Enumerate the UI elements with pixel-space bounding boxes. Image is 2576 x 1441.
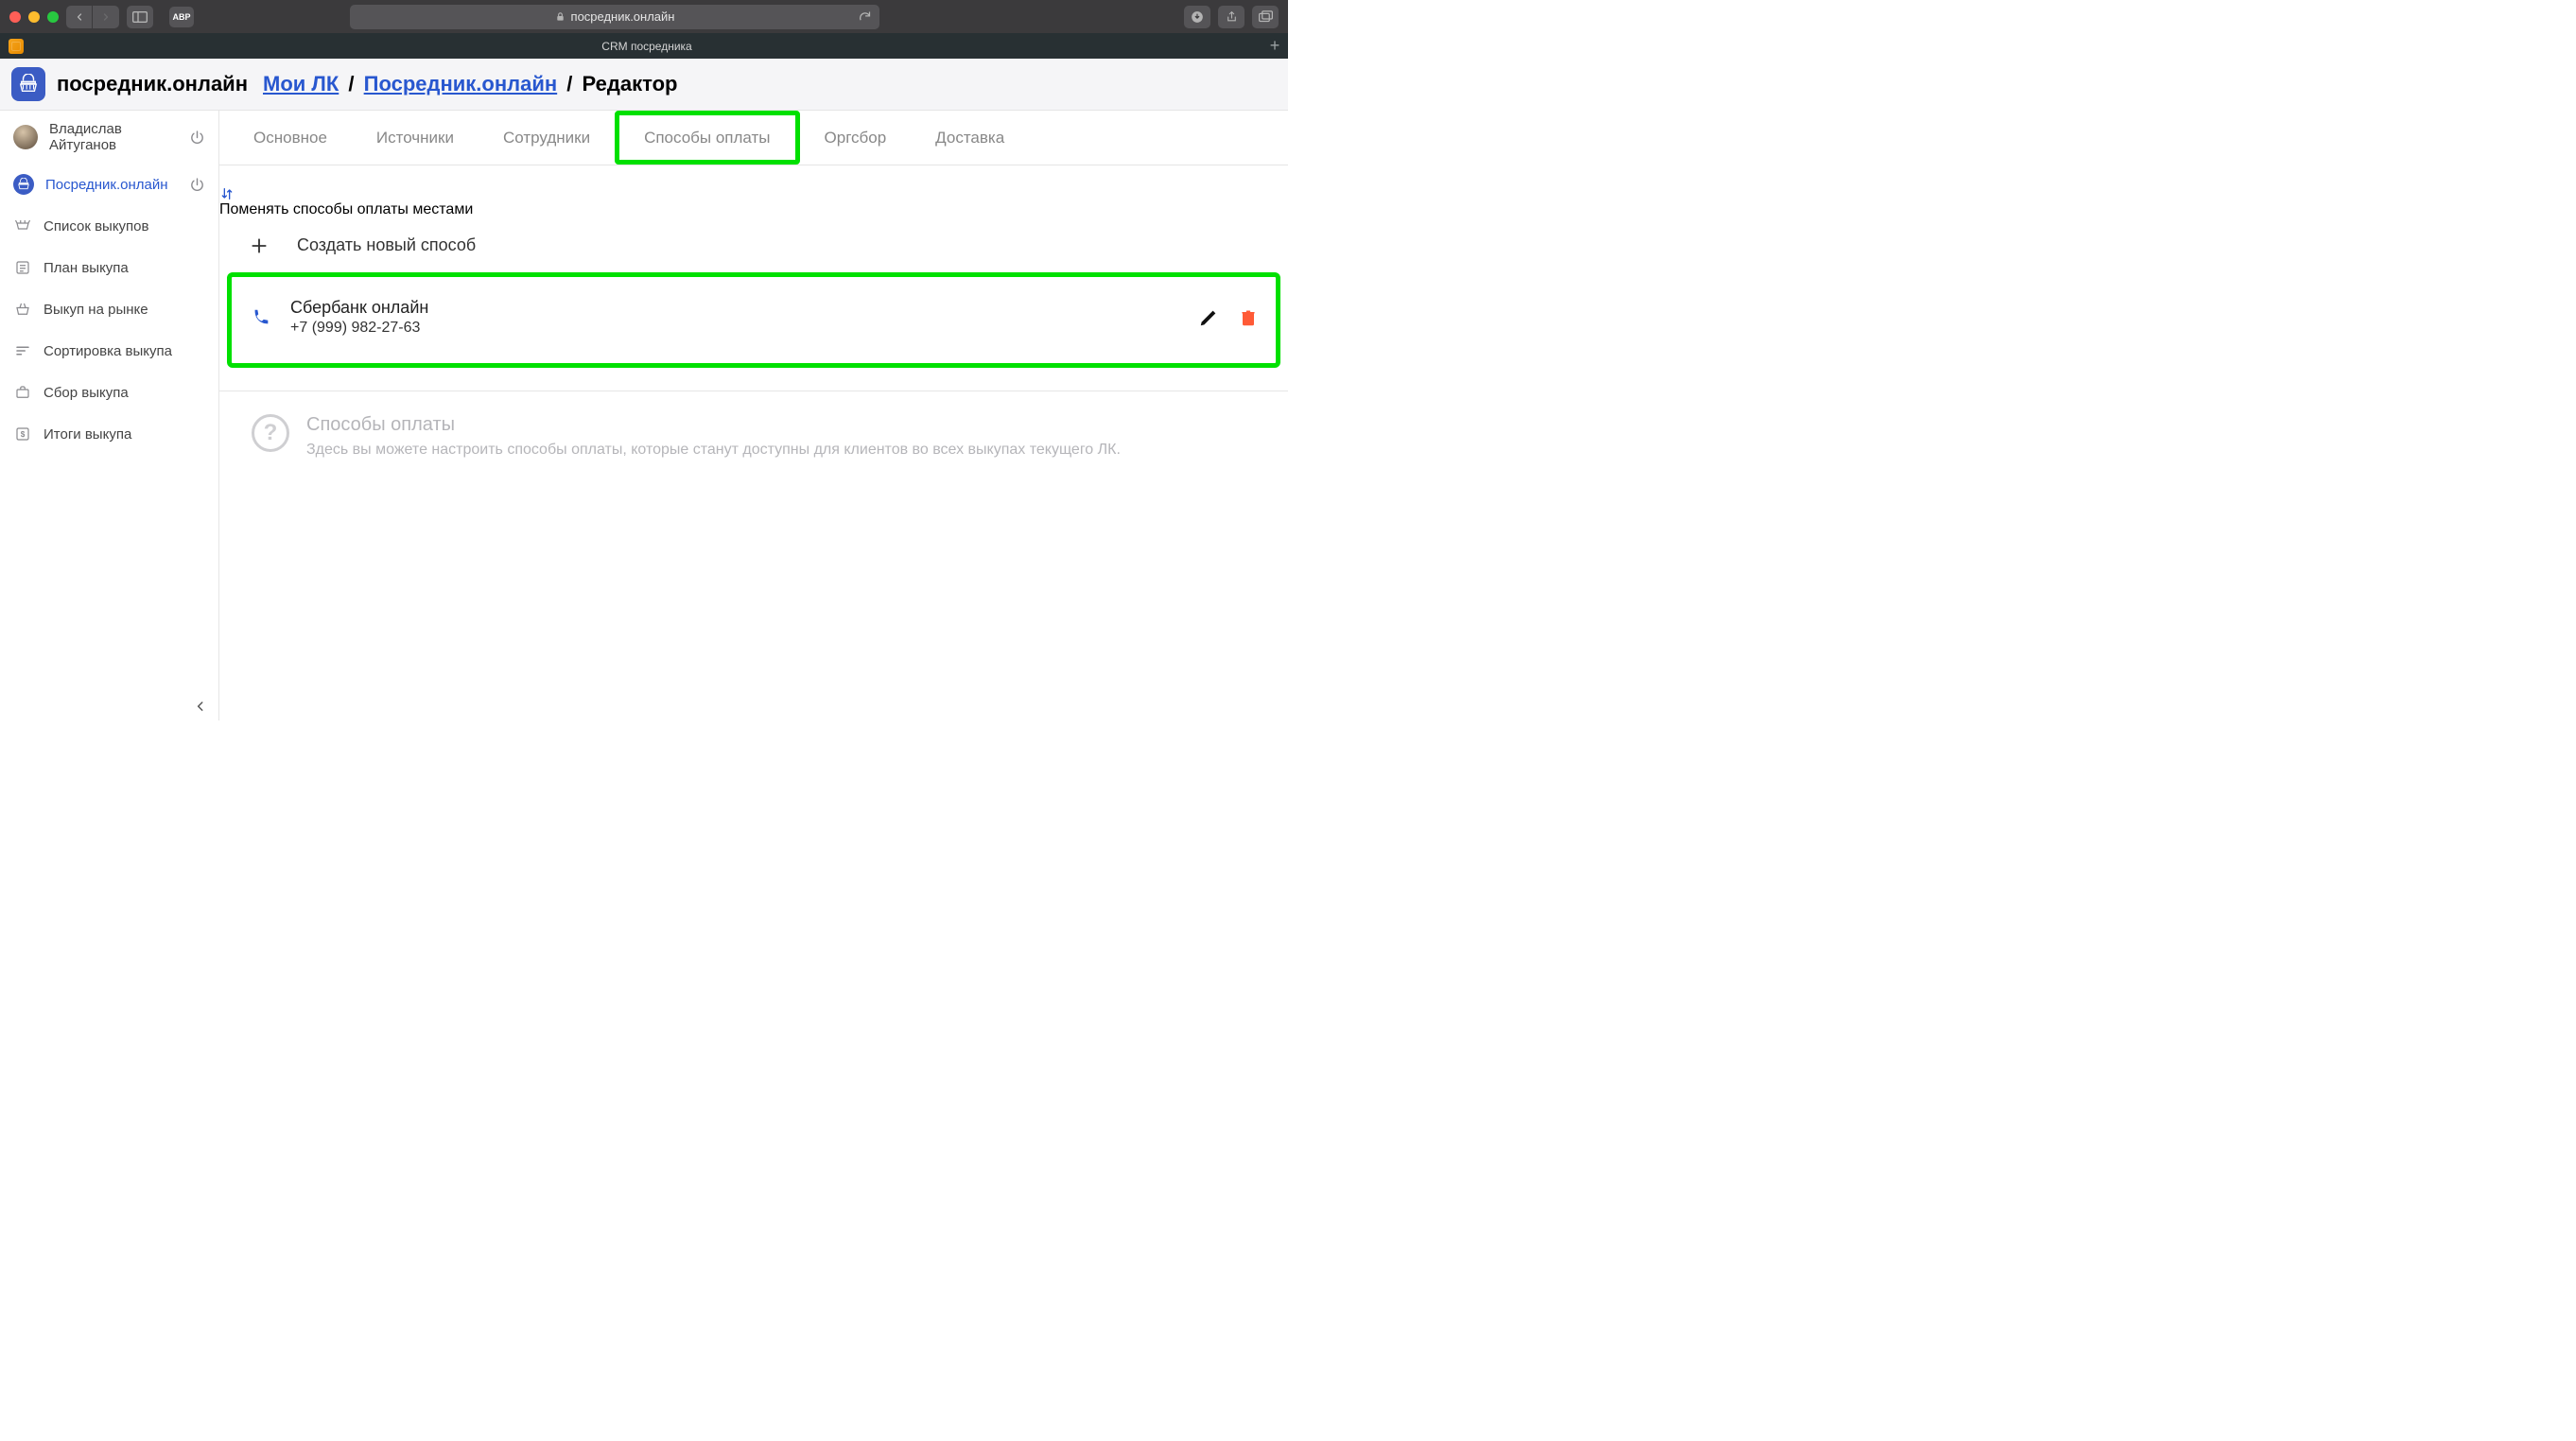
breadcrumb-mid-link[interactable]: Посредник.онлайн <box>364 72 558 95</box>
payment-subtitle: +7 (999) 982-27-63 <box>290 320 428 337</box>
tab-staff[interactable]: Сотрудники <box>479 111 615 165</box>
edit-button[interactable] <box>1198 307 1219 328</box>
window-minimize-button[interactable] <box>28 11 40 23</box>
app-logo-icon[interactable] <box>11 67 45 101</box>
reorder-payments-button[interactable]: Поменять способы оплаты местами <box>219 186 1288 218</box>
url-text: посредник.онлайн <box>571 9 675 24</box>
browser-toolbar: ABP посредник.онлайн <box>0 0 1288 33</box>
sidebar-item-label: Итоги выкупа <box>44 426 205 443</box>
sidebar-item-market[interactable]: Выкуп на рынке <box>0 288 218 330</box>
abp-extension-icon[interactable]: ABP <box>169 7 194 27</box>
avatar <box>13 125 38 149</box>
browser-tab-strip: CRM посредника + <box>0 33 1288 59</box>
nav-forward-button[interactable] <box>93 6 119 28</box>
new-tab-button[interactable]: + <box>1262 33 1288 59</box>
svg-text:$: $ <box>21 430 26 439</box>
cart-icon <box>13 217 32 235</box>
tab-sources[interactable]: Источники <box>352 111 479 165</box>
sidebar-item-label: Сбор выкупа <box>44 385 205 401</box>
sidebar-item-label: Посредник.онлайн <box>45 177 178 193</box>
sidebar-user-name: Владислав Айтуганов <box>49 121 178 153</box>
list-icon <box>13 258 32 277</box>
tab-payment-methods[interactable]: Способы оплаты <box>615 111 799 165</box>
breadcrumb: Мои ЛК / Посредник.онлайн / Редактор <box>263 72 677 96</box>
tab-favicon <box>0 33 32 59</box>
plus-icon <box>250 236 269 255</box>
money-icon: $ <box>13 425 32 443</box>
lock-icon <box>555 10 566 23</box>
power-icon[interactable] <box>189 130 205 146</box>
hint-block: ? Способы оплаты Здесь вы можете настрои… <box>219 391 1288 481</box>
briefcase-icon <box>13 383 32 402</box>
create-payment-button[interactable]: Создать новый способ <box>219 218 1288 272</box>
store-icon <box>13 174 34 195</box>
tab-main[interactable]: Основное <box>229 111 352 165</box>
sidebar-item-label: Сортировка выкупа <box>44 343 205 359</box>
create-label: Создать новый способ <box>297 235 476 255</box>
power-icon[interactable] <box>189 177 205 193</box>
sort-icon <box>13 341 32 360</box>
content: Поменять способы оплаты местами Создать … <box>219 165 1288 720</box>
sidebar-item-label: Выкуп на рынке <box>44 302 205 318</box>
sidebar-user-row[interactable]: Владислав Айтуганов <box>0 111 218 164</box>
basket-icon <box>13 300 32 319</box>
delete-button[interactable] <box>1240 308 1257 327</box>
reload-icon[interactable] <box>858 9 872 24</box>
nav-buttons <box>66 6 119 28</box>
breadcrumb-root-link[interactable]: Мои ЛК <box>263 72 339 95</box>
downloads-button[interactable] <box>1184 6 1210 28</box>
window-controls <box>9 11 59 23</box>
window-maximize-button[interactable] <box>47 11 59 23</box>
browser-tab-title[interactable]: CRM посредника <box>32 33 1262 59</box>
sidebar-item-totals[interactable]: $ Итоги выкупа <box>0 413 218 455</box>
payment-name: Сбербанк онлайн <box>290 298 428 318</box>
app-header: посредник.онлайн Мои ЛК / Посредник.онла… <box>0 59 1288 111</box>
breadcrumb-leaf: Редактор <box>583 72 678 95</box>
sidebar-collapse-button[interactable] <box>194 700 207 713</box>
hint-title: Способы оплаты <box>306 414 1121 436</box>
hint-text: Здесь вы можете настроить способы оплаты… <box>306 442 1121 459</box>
question-icon: ? <box>252 414 289 452</box>
share-button[interactable] <box>1218 6 1244 28</box>
sidebar-item-list[interactable]: Список выкупов <box>0 205 218 247</box>
tab-orgfee[interactable]: Оргсбор <box>800 111 912 165</box>
sidebar-item-posrednik[interactable]: Посредник.онлайн <box>0 164 218 205</box>
main-area: Основное Источники Сотрудники Способы оп… <box>219 111 1288 720</box>
address-bar[interactable]: посредник.онлайн <box>350 5 879 29</box>
sidebar-item-label: План выкупа <box>44 260 205 276</box>
reorder-label: Поменять способы оплаты местами <box>219 201 473 217</box>
phone-icon <box>251 307 271 328</box>
sidebar-item-plan[interactable]: План выкупа <box>0 247 218 288</box>
sidebar-item-collect[interactable]: Сбор выкупа <box>0 372 218 413</box>
tabs-button[interactable] <box>1252 6 1279 28</box>
sidebar-item-sort[interactable]: Сортировка выкупа <box>0 330 218 372</box>
swap-vertical-icon <box>219 186 1288 201</box>
window-close-button[interactable] <box>9 11 21 23</box>
sidebar-item-label: Список выкупов <box>44 218 205 234</box>
nav-back-button[interactable] <box>66 6 93 28</box>
tabs: Основное Источники Сотрудники Способы оп… <box>219 111 1288 165</box>
sidebar-toggle-button[interactable] <box>127 6 153 28</box>
sidebar: Владислав Айтуганов Посредник.онлайн Спи… <box>0 111 219 720</box>
tab-delivery[interactable]: Доставка <box>911 111 1029 165</box>
app-brand-name: посредник.онлайн <box>57 72 248 96</box>
payment-method-card[interactable]: Сбербанк онлайн +7 (999) 982-27-63 <box>227 272 1280 368</box>
